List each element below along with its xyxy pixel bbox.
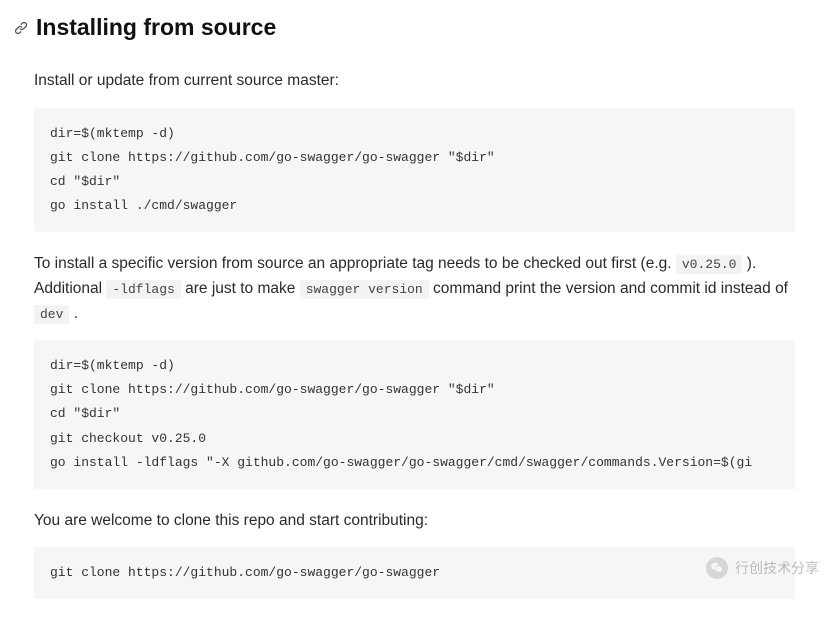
code-content: dir=$(mktemp -d) git clone https://githu… — [50, 122, 779, 218]
code-ldflags: -ldflags — [106, 280, 180, 299]
section-heading: Installing from source — [36, 14, 276, 41]
version-paragraph: To install a specific version from sourc… — [34, 252, 795, 326]
text: . — [69, 305, 78, 322]
code-tag: v0.25.0 — [676, 255, 743, 274]
code-content: git clone https://github.com/go-swagger/… — [50, 561, 779, 585]
code-block-clone: git clone https://github.com/go-swagger/… — [34, 547, 795, 599]
link-icon[interactable] — [14, 21, 28, 35]
contribute-paragraph: You are welcome to clone this repo and s… — [34, 509, 795, 534]
code-dev: dev — [34, 305, 69, 324]
heading-row: Installing from source — [14, 14, 795, 41]
code-content: dir=$(mktemp -d) git clone https://githu… — [50, 354, 779, 474]
document-content: Installing from source Install or update… — [0, 0, 829, 639]
intro-paragraph: Install or update from current source ma… — [34, 69, 795, 94]
text: are just to make — [181, 280, 300, 297]
text: To install a specific version from sourc… — [34, 255, 676, 272]
code-block-install-version: dir=$(mktemp -d) git clone https://githu… — [34, 340, 795, 488]
code-swagger-version: swagger version — [300, 280, 429, 299]
text: command print the version and commit id … — [429, 280, 788, 297]
code-block-install-master: dir=$(mktemp -d) git clone https://githu… — [34, 108, 795, 232]
